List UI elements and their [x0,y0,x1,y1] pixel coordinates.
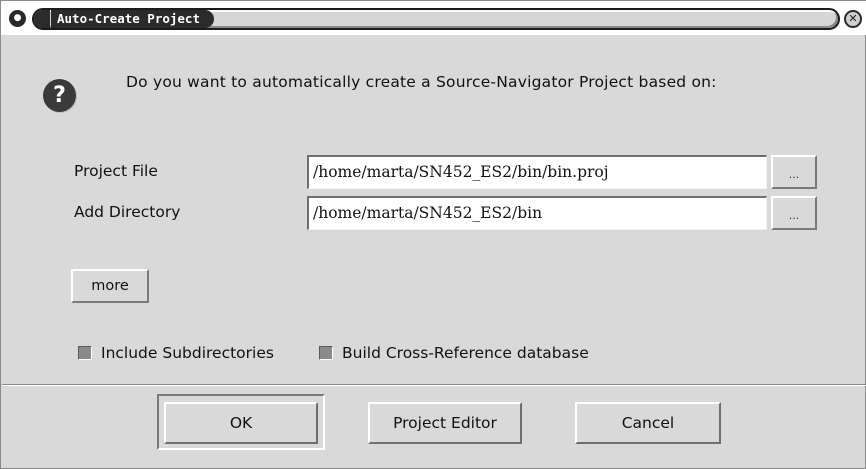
project-file-label: Project File [74,162,158,180]
close-icon[interactable]: ✕ [844,10,862,28]
build-xref-checkbox[interactable]: Build Cross-Reference database [319,344,589,362]
auto-create-project-dialog: ● Auto-Create Project ✕ ? Do you want to… [0,0,866,469]
project-file-input[interactable]: /home/marta/SN452_ES2/bin/bin.proj [307,155,767,189]
cancel-button[interactable]: Cancel [575,402,721,444]
include-subdirectories-label: Include Subdirectories [101,344,274,362]
project-editor-button[interactable]: Project Editor [368,402,522,444]
title-knob [34,10,50,28]
more-button[interactable]: more [71,269,149,303]
build-xref-indicator[interactable] [319,346,333,360]
window-menu-icon[interactable]: ● [9,10,26,27]
question-icon: ? [43,79,76,112]
title-bar[interactable]: ● Auto-Create Project ✕ [1,1,866,35]
ok-button[interactable]: OK [164,402,318,444]
close-glyph: ✕ [848,12,858,25]
include-subdirectories-checkbox[interactable]: Include Subdirectories [78,344,274,362]
window-menu-glyph: ● [13,13,22,23]
add-directory-label: Add Directory [74,203,181,221]
build-xref-label: Build Cross-Reference database [342,344,589,362]
separator [2,384,866,386]
add-directory-browse-button[interactable]: ... [771,196,817,230]
project-file-browse-button[interactable]: ... [771,155,817,189]
window-title: Auto-Create Project [51,10,214,28]
prompt-text: Do you want to automatically create a So… [126,73,717,91]
question-glyph: ? [53,82,66,108]
include-subdirectories-indicator[interactable] [78,346,92,360]
add-directory-input[interactable]: /home/marta/SN452_ES2/bin [307,196,767,230]
